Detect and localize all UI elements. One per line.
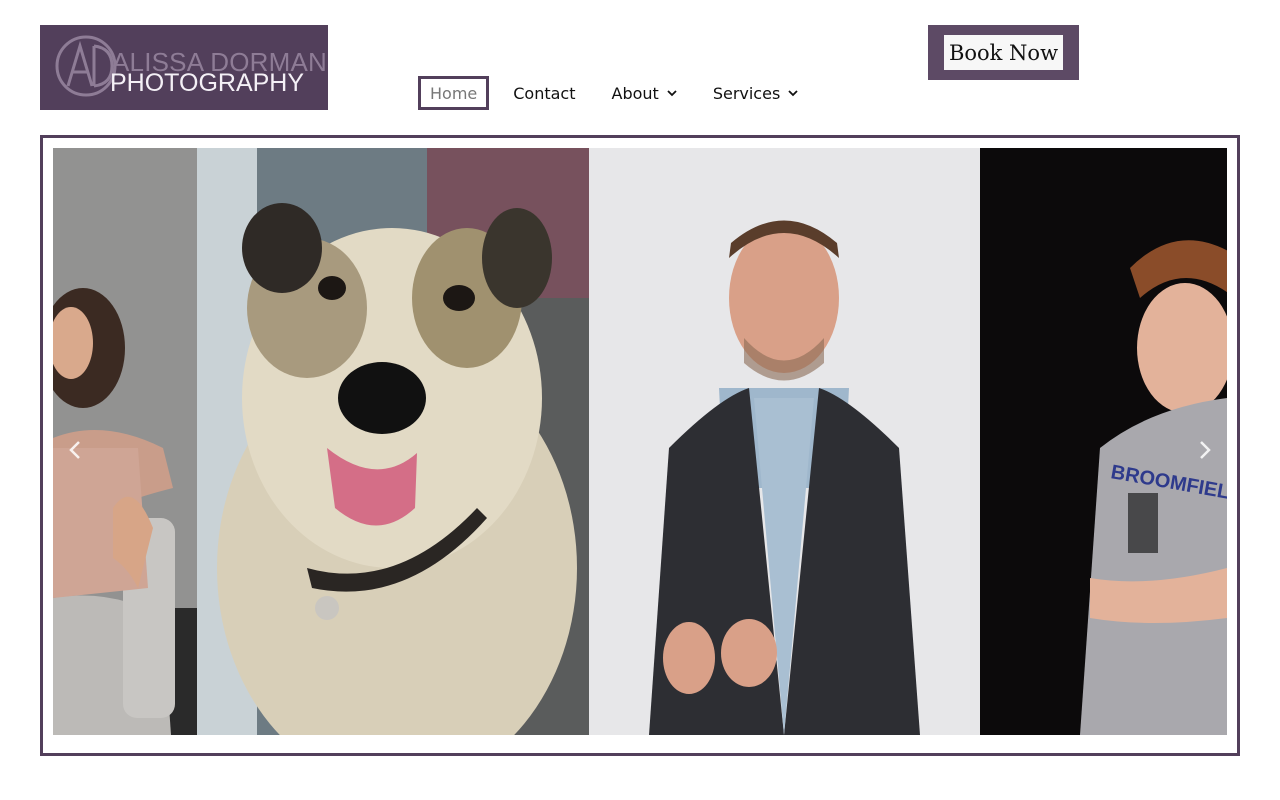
book-now-button-frame: Book Now — [928, 25, 1079, 80]
chevron-right-icon[interactable] — [1192, 438, 1216, 462]
chevron-down-icon — [788, 90, 798, 97]
book-now-button[interactable]: Book Now — [944, 35, 1063, 70]
nav-services[interactable]: Services — [695, 76, 816, 110]
main-nav: Home Contact About Services — [418, 76, 816, 110]
hero-carousel-frame: BROOMFIELD — [40, 135, 1240, 756]
nav-about-label: About — [611, 83, 659, 103]
hero-carousel: BROOMFIELD — [53, 148, 1227, 735]
nav-home-label: Home — [430, 83, 478, 103]
nav-contact-label: Contact — [513, 83, 576, 103]
scruffy-dog-photo — [197, 148, 589, 735]
nav-home[interactable]: Home — [418, 76, 490, 110]
nav-services-label: Services — [712, 83, 781, 103]
man-in-blazer-photo — [589, 148, 980, 735]
teen-boy-tshirt-photo: BROOMFIELD — [980, 148, 1227, 735]
nav-contact[interactable]: Contact — [495, 76, 593, 110]
chevron-down-icon — [667, 90, 677, 97]
chevron-left-icon[interactable] — [64, 438, 88, 462]
logo-photography-text: PHOTOGRAPHY — [110, 69, 305, 97]
ad-monogram-icon — [55, 35, 117, 97]
site-logo[interactable]: ALISSA DORMAN PHOTOGRAPHY — [40, 25, 328, 110]
nav-about[interactable]: About — [594, 76, 695, 110]
